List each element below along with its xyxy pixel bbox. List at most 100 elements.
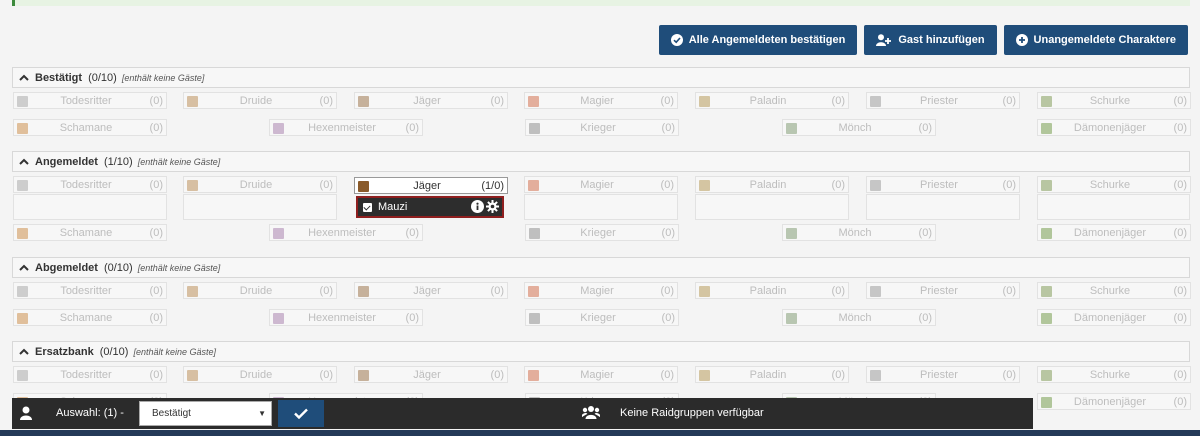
member-card-mauzi[interactable]: Mauzi bbox=[356, 196, 504, 218]
class-slot[interactable]: Druide (0) bbox=[183, 176, 337, 193]
class-slot[interactable]: Magier (0) bbox=[524, 92, 678, 109]
class-name: Schurke bbox=[1089, 369, 1131, 381]
class-count: (0) bbox=[149, 122, 163, 134]
class-dropzone[interactable] bbox=[13, 194, 167, 220]
class-count: (0) bbox=[405, 122, 419, 134]
class-slot[interactable]: Paladin (0) bbox=[695, 176, 849, 193]
class-slot[interactable]: Priester (0) bbox=[866, 176, 1020, 193]
class-count: (0) bbox=[490, 95, 504, 107]
class-dropzone[interactable] bbox=[1037, 194, 1190, 220]
class-name: Krieger bbox=[580, 122, 616, 134]
class-slot[interactable]: Hexenmeister (0) bbox=[269, 224, 423, 241]
section-header[interactable]: Angemeldet (1/10) [enthält keine Gäste] bbox=[12, 151, 1190, 172]
class-icon bbox=[870, 180, 881, 191]
class-slot[interactable]: Schamane (0) bbox=[13, 224, 167, 241]
class-slot[interactable]: Druide (0) bbox=[183, 366, 337, 383]
class-name: Mönch bbox=[838, 122, 872, 134]
class-slot[interactable]: Todesritter (0) bbox=[13, 282, 167, 299]
class-count: (0) bbox=[405, 227, 419, 239]
add-guest-button[interactable]: Gast hinzufügen bbox=[864, 25, 997, 55]
class-name: Paladin bbox=[749, 95, 787, 107]
class-dropzone[interactable] bbox=[866, 194, 1020, 220]
class-name: Magier bbox=[580, 95, 614, 107]
class-icon bbox=[187, 180, 198, 191]
class-icon bbox=[786, 123, 797, 134]
class-slot[interactable]: Schurke (0) bbox=[1037, 176, 1191, 193]
class-slot[interactable]: Krieger (0) bbox=[525, 309, 679, 326]
class-slot[interactable]: Paladin (0) bbox=[695, 92, 849, 109]
class-slot[interactable]: Hexenmeister (0) bbox=[269, 119, 423, 136]
chevron-up-icon[interactable] bbox=[19, 72, 29, 84]
class-slot[interactable]: Jäger (1/0) bbox=[354, 177, 508, 194]
class-dropzone[interactable] bbox=[183, 194, 337, 220]
section-header[interactable]: Abgemeldet (0/10) [enthält keine Gäste] bbox=[12, 257, 1190, 278]
class-count: (0) bbox=[1173, 179, 1187, 191]
plus-circle-icon bbox=[1015, 34, 1028, 46]
class-icon bbox=[187, 286, 198, 297]
class-slot[interactable]: Todesritter (0) bbox=[13, 92, 167, 109]
confirm-all-button[interactable]: Alle Angemeldeten bestätigen bbox=[658, 25, 858, 55]
class-count: (0) bbox=[661, 312, 675, 324]
class-slot[interactable]: Todesritter (0) bbox=[13, 366, 167, 383]
class-slot[interactable]: Schurke (0) bbox=[1037, 366, 1191, 383]
class-slot[interactable]: Mönch (0) bbox=[782, 224, 936, 241]
class-slot[interactable]: Schurke (0) bbox=[1037, 282, 1191, 299]
class-icon bbox=[699, 370, 710, 381]
class-slot[interactable]: Magier (0) bbox=[524, 282, 678, 299]
apply-selection-button[interactable] bbox=[278, 400, 324, 427]
class-slot[interactable]: Schurke (0) bbox=[1037, 92, 1191, 109]
class-dropzone[interactable] bbox=[695, 194, 849, 220]
section-note: [enthält keine Gäste] bbox=[137, 156, 221, 167]
unregistered-characters-label: Unangemeldete Charaktere bbox=[1033, 34, 1176, 46]
section-header[interactable]: Ersatzbank (0/10) [enthält keine Gäste] bbox=[12, 341, 1190, 362]
class-slot[interactable]: Schamane (0) bbox=[13, 119, 167, 136]
class-icon bbox=[1041, 286, 1052, 297]
class-count: (0) bbox=[1002, 179, 1016, 191]
class-icon bbox=[699, 96, 710, 107]
gear-icon[interactable] bbox=[486, 200, 499, 213]
member-checkbox[interactable] bbox=[363, 203, 372, 212]
check-circle-icon bbox=[670, 34, 683, 46]
class-name: Jäger bbox=[413, 369, 441, 381]
class-dropzone[interactable] bbox=[524, 194, 678, 220]
class-slot[interactable]: Jäger (0) bbox=[354, 366, 508, 383]
class-slot[interactable]: Druide (0) bbox=[183, 282, 337, 299]
class-slot[interactable]: Paladin (0) bbox=[695, 282, 849, 299]
class-slot[interactable]: Krieger (0) bbox=[525, 224, 679, 241]
class-slot[interactable]: Mönch (0) bbox=[782, 309, 936, 326]
class-slot[interactable]: Hexenmeister (0) bbox=[269, 309, 423, 326]
class-name: Mönch bbox=[838, 312, 872, 324]
status-select[interactable]: Bestätigt ▼ bbox=[139, 401, 272, 426]
class-slot[interactable]: Dämonenjäger (0) bbox=[1037, 393, 1191, 410]
class-slot[interactable]: Priester (0) bbox=[866, 282, 1020, 299]
info-icon[interactable] bbox=[471, 200, 484, 213]
class-name: Schurke bbox=[1089, 285, 1131, 297]
section-header[interactable]: Bestätigt (0/10) [enthält keine Gäste] bbox=[12, 67, 1190, 88]
class-slot[interactable]: Druide (0) bbox=[183, 92, 337, 109]
class-slot[interactable]: Magier (0) bbox=[524, 366, 678, 383]
class-icon bbox=[1041, 397, 1052, 408]
class-slot[interactable]: Priester (0) bbox=[866, 366, 1020, 383]
unregistered-characters-button[interactable]: Unangemeldete Charaktere bbox=[1003, 25, 1188, 55]
class-name: Priester bbox=[920, 369, 958, 381]
chevron-up-icon[interactable] bbox=[19, 156, 29, 168]
class-slot[interactable]: Jäger (0) bbox=[354, 92, 508, 109]
class-slot[interactable]: Dämonenjäger (0) bbox=[1037, 309, 1191, 326]
class-slot[interactable]: Dämonenjäger (0) bbox=[1037, 224, 1191, 241]
class-slot[interactable]: Krieger (0) bbox=[525, 119, 679, 136]
chevron-up-icon[interactable] bbox=[19, 346, 29, 358]
class-slot[interactable]: Dämonenjäger (0) bbox=[1037, 119, 1191, 136]
class-name: Hexenmeister bbox=[308, 122, 376, 134]
class-slot[interactable]: Jäger (0) bbox=[354, 282, 508, 299]
class-slot[interactable]: Mönch (0) bbox=[782, 119, 936, 136]
check-icon bbox=[294, 408, 308, 419]
class-name: Magier bbox=[580, 179, 614, 191]
class-slot[interactable]: Schamane (0) bbox=[13, 309, 167, 326]
class-slot[interactable]: Priester (0) bbox=[866, 92, 1020, 109]
class-slot[interactable]: Todesritter (0) bbox=[13, 176, 167, 193]
chevron-up-icon[interactable] bbox=[19, 262, 29, 274]
class-slot[interactable]: Paladin (0) bbox=[695, 366, 849, 383]
class-slot[interactable]: Magier (0) bbox=[524, 176, 678, 193]
users-group-icon bbox=[582, 406, 600, 419]
class-name: Todesritter bbox=[60, 369, 112, 381]
